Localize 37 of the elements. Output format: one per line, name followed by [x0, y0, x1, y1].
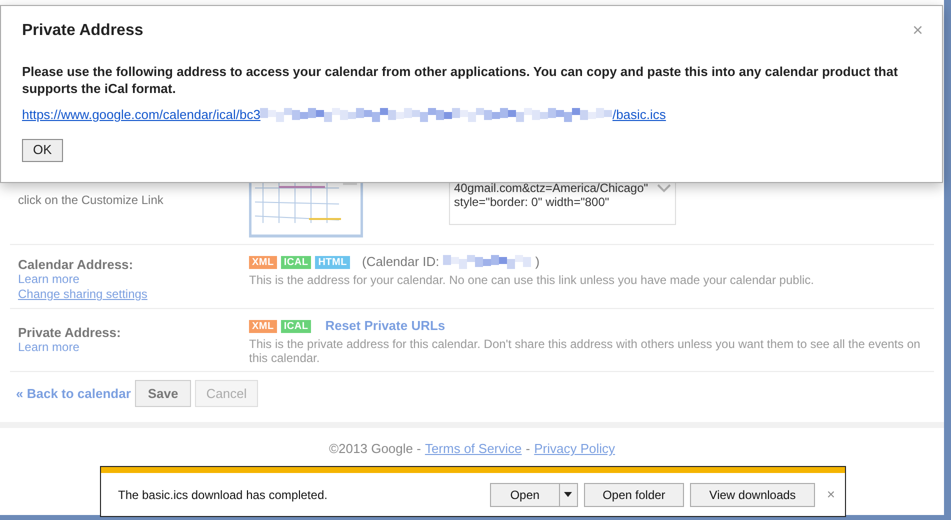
- feed-badge[interactable]: HTML: [315, 256, 350, 268]
- dialog-message: Please use the following address to access your calendar from other applications. You can copy and paste this into any calendar product that supports the iCal format.: [22, 63, 899, 97]
- close-button[interactable]: ×: [826, 484, 835, 505]
- caret-icon: [564, 492, 572, 497]
- back-link[interactable]: « Back to calendar: [16, 384, 131, 404]
- copyright-text: ©2013 Google -: [328, 440, 421, 458]
- help-link[interactable]: Learn more: [18, 340, 249, 355]
- separator-text: -: [526, 440, 530, 458]
- view-downloads-button[interactable]: View downloads: [690, 482, 815, 506]
- ok-button[interactable]: OK: [22, 138, 63, 162]
- embed-code-line: style="border: 0" width="800": [454, 195, 610, 209]
- url-end-link[interactable]: /basic.ics: [612, 105, 666, 124]
- help-link[interactable]: Learn more: [18, 272, 249, 287]
- feed-badge[interactable]: ICAL: [280, 256, 312, 268]
- row-description: This is the address for your calendar. No one can use this link unless you have made your calendar public.: [249, 273, 815, 287]
- close-button[interactable]: ×: [912, 17, 923, 43]
- cancel-button[interactable]: Cancel: [195, 380, 258, 407]
- calendar-id-open: (Calendar ID:: [362, 253, 440, 272]
- help-link[interactable]: Change sharing settings: [18, 287, 249, 302]
- privacy-link[interactable]: Privacy Policy: [534, 439, 616, 458]
- feed-badge[interactable]: ICAL: [280, 320, 312, 332]
- feed-badge[interactable]: XML: [249, 256, 277, 268]
- url-start-link[interactable]: https://www.google.com/calendar/ical/bc3: [22, 105, 260, 124]
- embed-code-line: 40gmail.com&ctz=America/Chicago": [454, 181, 650, 195]
- calendar-id-close: ): [535, 253, 540, 272]
- row-label: Calendar Address:: [18, 257, 134, 272]
- reset-link[interactable]: Reset Private URLs: [325, 316, 446, 336]
- download-message: The basic.ics download has completed.: [118, 486, 328, 504]
- terms-link[interactable]: Terms of Service: [424, 439, 522, 458]
- row-label: Private Address:: [18, 325, 122, 340]
- chevron-down-icon: [657, 183, 671, 193]
- row-description: This is the private address for this calendar. Don't share this address with others unless you want them to see all the events on this calendar.: [249, 337, 922, 365]
- embed-hint: click on the Customize Link: [18, 193, 164, 207]
- dialog-title: Private Address: [22, 21, 144, 41]
- feed-badge[interactable]: XML: [249, 320, 277, 332]
- save-button[interactable]: Save: [134, 380, 192, 407]
- open-folder-button[interactable]: Open folder: [584, 482, 684, 506]
